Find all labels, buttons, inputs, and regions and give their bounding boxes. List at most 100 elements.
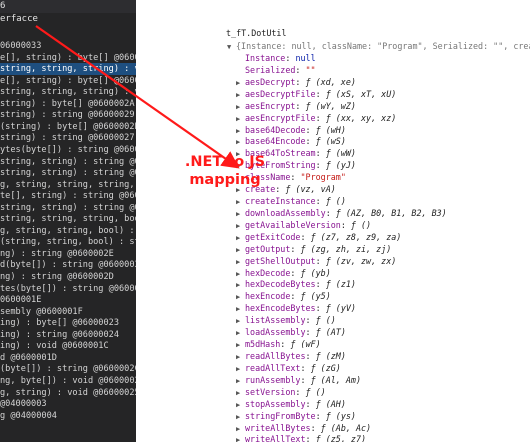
tree-method-item[interactable]: ng) : string @0600002D	[0, 271, 114, 283]
tree-method-item[interactable]: @04000003	[0, 398, 47, 410]
key-separator: :	[295, 76, 306, 87]
tree-node-interface[interactable]: erfacce	[0, 13, 38, 25]
property-value: ƒ (zG)	[310, 362, 341, 373]
tree-method-item[interactable]: d(byte[]) : string @06000030	[0, 259, 136, 271]
property-key: loadAssembly	[245, 327, 306, 338]
tree-method-item[interactable]: g, string, string, bool) : string @06000…	[0, 225, 136, 237]
key-separator: :	[295, 386, 306, 397]
key-separator: :	[305, 124, 316, 135]
tree-method-item[interactable]: string, string, string) : void @0600003	[0, 86, 136, 98]
key-separator: :	[315, 88, 326, 99]
property-value: ƒ (xS, xT, xU)	[325, 88, 397, 99]
property-value: ƒ (ys)	[325, 410, 356, 421]
key-separator: :	[305, 351, 316, 361]
tree-method-item[interactable]: ng) : string @0600002E	[0, 248, 114, 260]
decompiler-tree-panel: 6 erfacce 06000033 e[], string) : byte[] …	[0, 0, 136, 442]
property-key: createInstance	[245, 196, 316, 207]
property-value: ƒ ()	[325, 196, 346, 207]
tree-method-item[interactable]: string) : byte[] @0600002A	[0, 98, 135, 110]
tree-title: 6	[0, 1, 6, 11]
property-key: writeAllText	[245, 434, 306, 442]
property-key: hexDecode	[245, 267, 291, 278]
tree-method-item[interactable]: tes(byte[]) : string @0600002F	[0, 283, 136, 295]
property-value: ƒ (xd, xe)	[305, 76, 356, 87]
property-key: hexDecodeBytes	[245, 279, 316, 290]
property-value: ƒ (xx, xy, xz)	[325, 112, 397, 123]
property-key: getOutput	[245, 243, 291, 254]
key-separator: :	[280, 339, 291, 350]
tree-method-item[interactable]: (string) : byte[] @0600002B	[0, 121, 136, 133]
property-key: runAssembly	[245, 374, 301, 385]
property-key: setVersion	[245, 386, 296, 397]
tree-method-item[interactable]: 0600001E	[0, 294, 41, 306]
tree-method-item[interactable]: (string, string, bool) : string @060000	[0, 236, 136, 248]
tree-method-item[interactable]: (byte[]) : string @0600002C	[0, 363, 136, 375]
key-separator: :	[315, 160, 326, 171]
tree-method-item[interactable]: string) : string @06000029	[0, 109, 135, 121]
property-key: readAllBytes	[245, 351, 306, 361]
property-value: ""	[305, 64, 316, 75]
console-object-summary[interactable]: ▼ {Instance: null, className: "Program", …	[227, 41, 530, 54]
property-key: stringFromByte	[245, 410, 316, 421]
expand-triangle-icon[interactable]: ▶	[236, 435, 245, 442]
tree-method-item[interactable]: ing) : byte[] @06000023	[0, 317, 119, 329]
console-object-name: t_fT.DotUtil	[226, 28, 287, 38]
tree-method-item[interactable]: sembly @0600001F	[0, 306, 83, 318]
tree-method-item[interactable]: g @04000004	[0, 410, 57, 422]
key-separator: :	[325, 207, 336, 218]
tree-method-item[interactable]: g, string) : void @06000025	[0, 387, 136, 399]
tree-method-item[interactable]: ytes(byte[]) : string @06000028	[0, 144, 136, 156]
property-value: ƒ (AT)	[315, 327, 346, 338]
console-method-row[interactable]: ▶ writeAllText: ƒ (z5, z7)	[236, 434, 366, 442]
property-key: downloadAssembly	[245, 207, 326, 218]
tree-method-item[interactable]: ing) : string @06000024	[0, 329, 119, 341]
tree-method-item[interactable]: e[], string) : byte[] @06000032	[0, 52, 136, 64]
property-key: writeAllBytes	[245, 422, 311, 433]
key-separator: :	[300, 231, 311, 242]
tree-method-item[interactable]: 06000033	[0, 40, 41, 52]
property-value: ƒ (wW)	[325, 148, 356, 159]
tree-method-item[interactable]: e[], string) : byte[] @06000031	[0, 75, 136, 87]
key-separator: :	[290, 267, 301, 278]
property-key: getShellOutput	[245, 255, 316, 266]
key-separator: :	[305, 434, 316, 442]
tree-method-item[interactable]: d @0600001D	[0, 352, 57, 364]
property-key: aesEncryptFile	[245, 112, 316, 123]
property-key: aesEncrypt	[245, 100, 296, 111]
key-separator: :	[315, 279, 326, 290]
property-value: ƒ (yJ)	[325, 160, 356, 171]
property-key: getAvailableVersion	[245, 219, 341, 230]
tree-method-item[interactable]: string, string) : string @06000036	[0, 167, 136, 179]
tree-method-item[interactable]: string, string, string, bool) : int @060…	[0, 213, 136, 225]
tree-method-item[interactable]: ing) : void @0600001C	[0, 340, 109, 352]
key-separator: :	[315, 148, 326, 159]
tree-method-item[interactable]: g, string, string, string, bool) : objec…	[0, 179, 136, 191]
tree-method-item[interactable]: string) : string @06000027	[0, 132, 135, 144]
key-separator: :	[275, 184, 286, 195]
property-key: base64Encode	[245, 136, 306, 147]
key-separator: :	[290, 243, 301, 254]
expand-triangle-icon[interactable]: ▼	[227, 42, 236, 54]
key-separator: :	[305, 315, 316, 326]
tree-method-item[interactable]: ng, byte[]) : void @06000026	[0, 375, 136, 387]
property-value: null	[295, 53, 316, 63]
tree-method-item[interactable]: string, string) : string @06000035	[0, 202, 136, 214]
property-value: ƒ (AZ, B0, B1, B2, B3)	[335, 207, 447, 218]
property-key: Serialized	[245, 64, 296, 75]
key-separator: :	[290, 291, 301, 302]
summary-text: {Instance: null, className: "Program", S…	[236, 41, 530, 51]
property-value: "Program"	[300, 172, 346, 183]
key-separator: :	[290, 172, 301, 183]
key-separator: :	[300, 362, 311, 373]
tree-method-item[interactable]: string, string, string) : void @0600003	[0, 63, 136, 76]
property-value: ƒ (zM)	[315, 351, 346, 361]
property-value: ƒ (y5)	[300, 291, 331, 302]
property-key: hexEncodeBytes	[245, 303, 316, 314]
key-separator: :	[340, 219, 351, 230]
annotation-label: .NET to JS mapping	[179, 153, 271, 189]
console-property-row: Instance: null	[245, 53, 316, 65]
tree-method-item[interactable]: string, string) : string @06000038	[0, 156, 136, 168]
annotation-line-2: mapping	[189, 172, 261, 188]
key-separator: :	[315, 255, 326, 266]
tree-method-item[interactable]: te[], string) : string @06000037	[0, 190, 136, 202]
